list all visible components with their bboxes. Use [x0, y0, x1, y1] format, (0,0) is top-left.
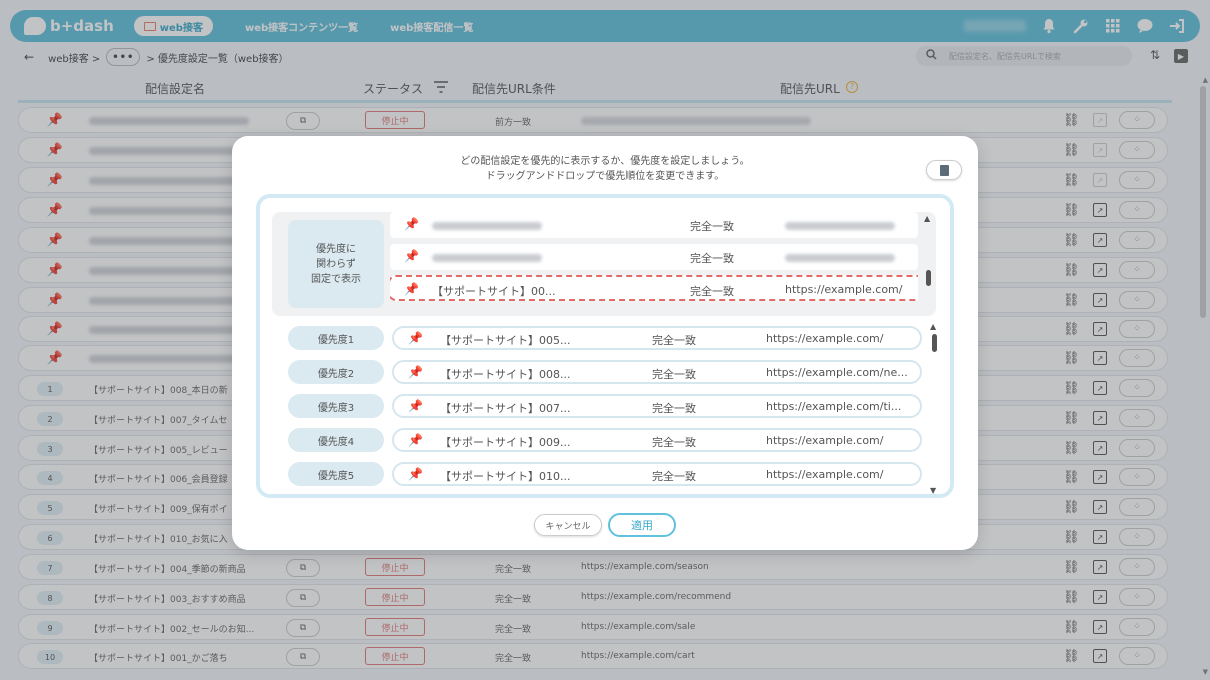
pin-icon[interactable]: 📌 [404, 249, 419, 263]
priority-row-url: https://example.com/ [766, 434, 884, 447]
fixed-row-title: 【サポートサイト】00... [432, 285, 556, 298]
priority-label: 優先度3 [288, 394, 384, 418]
cancel-button[interactable]: キャンセル [534, 514, 602, 536]
instruction-line-2: ドラッグアンドドロップで優先順位を変更できます。 [485, 171, 725, 182]
priority-row-url: https://example.com/ [766, 332, 884, 345]
priority-row-url: https://example.com/ti... [766, 400, 902, 413]
document-button[interactable] [926, 160, 962, 180]
priority-row-url: https://example.com/ [766, 468, 884, 481]
fixed-row[interactable]: 📌 完全一致 [390, 212, 918, 238]
priority-row[interactable]: 📌 【サポートサイト】005... 完全一致 https://example.c… [392, 326, 922, 350]
priority-scroll-up-arrow[interactable]: ▲ [930, 322, 936, 331]
fixed-scrollbar[interactable] [926, 270, 931, 286]
priority-row[interactable]: 📌 【サポートサイト】010... 完全一致 https://example.c… [392, 462, 922, 486]
priority-row-match: 完全一致 [652, 470, 696, 483]
priority-row-match: 完全一致 [652, 334, 696, 347]
blurred-title [432, 254, 542, 262]
priority-label: 優先度5 [288, 462, 384, 486]
document-icon [939, 164, 949, 176]
fixed-row-match: 完全一致 [690, 220, 734, 233]
priority-row-match: 完全一致 [652, 368, 696, 381]
pin-icon[interactable]: 📌 [408, 331, 423, 345]
modal-instructions: どの配信設定を優先的に表示するか、優先度を設定しましょう。 ドラッグアンドドロッ… [232, 154, 978, 184]
priority-row-title: 【サポートサイト】005... [440, 334, 571, 347]
priority-label: 優先度4 [288, 428, 384, 452]
pin-icon[interactable]: 📌 [404, 217, 419, 231]
priority-row-title: 【サポートサイト】007... [440, 402, 571, 415]
priority-row-url: https://example.com/ne... [766, 366, 908, 379]
blurred-title [432, 222, 542, 230]
fixed-scroll-up-arrow[interactable]: ▲ [924, 214, 930, 223]
priority-row-title: 【サポートサイト】008... [440, 368, 571, 381]
priority-label: 優先度2 [288, 360, 384, 384]
fixed-rows-list: 📌 完全一致 📌 完全一致 📌 【サポートサイト】00... 完全一致 http… [390, 212, 918, 316]
priority-label: 優先度1 [288, 326, 384, 350]
pin-icon[interactable]: 📌 [408, 433, 423, 447]
apply-button[interactable]: 適用 [608, 513, 676, 537]
priority-row[interactable]: 📌 【サポートサイト】008... 完全一致 https://example.c… [392, 360, 922, 384]
fixed-row-highlighted[interactable]: 📌 【サポートサイト】00... 完全一致 https://example.co… [390, 275, 918, 301]
fixed-label-line-3: 固定で表示 [311, 273, 361, 285]
priority-scroll-down-arrow[interactable]: ▼ [930, 486, 936, 494]
pin-icon[interactable]: 📌 [404, 282, 419, 296]
fixed-label-line-1: 優先度に [316, 243, 356, 255]
fixed-row[interactable]: 📌 完全一致 [390, 244, 918, 270]
fixed-display-label: 優先度に 関わらず 固定で表示 [288, 220, 384, 308]
blurred-url [785, 254, 895, 262]
fixed-row-match: 完全一致 [690, 285, 734, 298]
priority-label-partial [288, 494, 384, 498]
priority-row-title: 【サポートサイト】009... [440, 436, 571, 449]
instruction-line-1: どの配信設定を優先的に表示するか、優先度を設定しましょう。 [460, 156, 750, 167]
fixed-row-match: 完全一致 [690, 252, 734, 265]
priority-modal: どの配信設定を優先的に表示するか、優先度を設定しましょう。 ドラッグアンドドロッ… [232, 136, 978, 550]
pin-icon[interactable]: 📌 [408, 399, 423, 413]
priority-row-title: 【サポートサイト】010... [440, 470, 571, 483]
fixed-row-url: https://example.com/ [785, 283, 903, 296]
fixed-label-line-2: 関わらず [316, 258, 356, 270]
fixed-display-area: 優先度に 関わらず 固定で表示 📌 完全一致 📌 完全一致 📌 【サポートサイト… [272, 212, 936, 316]
pin-icon[interactable]: 📌 [408, 467, 423, 481]
priority-row[interactable]: 📌 【サポートサイト】009... 完全一致 https://example.c… [392, 428, 922, 452]
priority-row-match: 完全一致 [652, 436, 696, 449]
priority-box: 優先度に 関わらず 固定で表示 📌 完全一致 📌 完全一致 📌 【サポートサイト… [256, 194, 954, 498]
blurred-url [785, 222, 895, 230]
priority-row[interactable]: 📌 【サポートサイト】007... 完全一致 https://example.c… [392, 394, 922, 418]
pin-icon[interactable]: 📌 [408, 365, 423, 379]
priority-row-match: 完全一致 [652, 402, 696, 415]
priority-scrollbar[interactable] [932, 334, 937, 352]
priority-row-partial[interactable] [392, 494, 922, 498]
